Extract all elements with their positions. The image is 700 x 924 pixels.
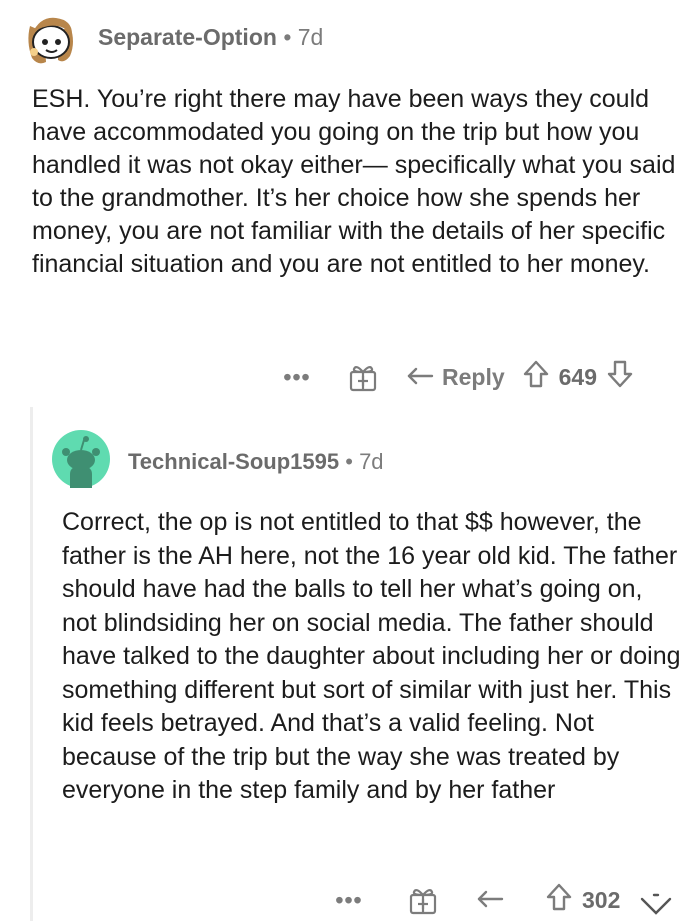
- author-name[interactable]: Technical-Soup1595: [128, 449, 339, 474]
- reply-button[interactable]: [476, 889, 512, 911]
- award-gift-icon[interactable]: [346, 360, 380, 394]
- comment-meta: Separate-Option • 7d: [98, 24, 323, 51]
- comment-body: ESH. You’re right there may have been wa…: [32, 85, 676, 278]
- vote-score: 649: [558, 363, 598, 390]
- chevron-down-icon[interactable]: [638, 893, 674, 924]
- meta-separator: •: [345, 449, 353, 474]
- comment-meta: Technical-Soup1595 • 7d: [128, 449, 384, 475]
- upvote-icon[interactable]: [546, 883, 572, 917]
- meta-separator: •: [283, 24, 292, 50]
- comment-separate-option: Separate-Option • 7d ESH. You’re right t…: [0, 0, 700, 400]
- more-options-button[interactable]: •••: [278, 364, 316, 391]
- default-snoo-avatar-icon[interactable]: [52, 430, 110, 488]
- reply-button[interactable]: Reply: [406, 364, 505, 391]
- more-options-button[interactable]: •••: [330, 887, 368, 914]
- comment-actions: ••• Reply 649: [278, 360, 633, 394]
- comment-body: Correct, the op is not entitled to that …: [62, 508, 681, 804]
- user-avatar-icon[interactable]: [22, 12, 78, 68]
- comment-actions: ••• 302: [330, 883, 620, 917]
- comment-age: 7d: [297, 24, 324, 50]
- author-name[interactable]: Separate-Option: [98, 24, 277, 50]
- reply-label: Reply: [442, 363, 505, 390]
- award-gift-icon[interactable]: [406, 883, 440, 917]
- comment-age: 7d: [359, 449, 384, 474]
- downvote-icon[interactable]: [607, 360, 633, 394]
- vote-score: 302: [582, 886, 621, 913]
- upvote-icon[interactable]: [523, 360, 549, 394]
- reply-arrow-icon: [407, 367, 434, 385]
- reply-arrow-icon: [477, 890, 504, 908]
- thread-line[interactable]: [30, 407, 33, 921]
